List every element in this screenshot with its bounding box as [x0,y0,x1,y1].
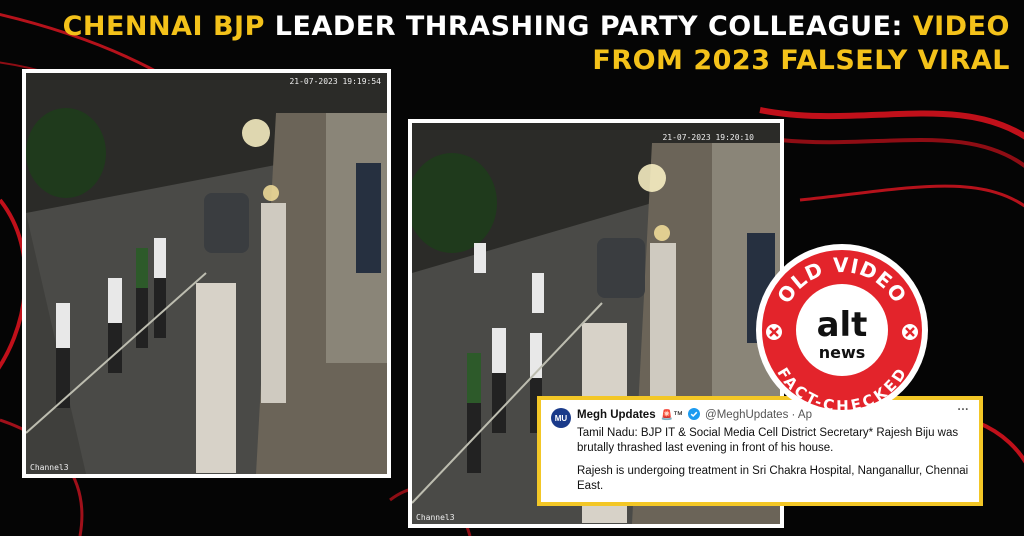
tweet-author-badges: 🚨™ [660,409,684,421]
badge-x-right-icon [902,324,918,340]
cctv-timestamp-1: 21-07-2023 19:19:54 [289,77,381,86]
tweet-author-name: Megh Updates [577,409,656,421]
more-options-icon: ··· [957,404,970,416]
cctv-frame-1: 21-07-2023 19:19:54 Channel3 [22,69,391,478]
tweet-paragraph-1: Tamil Nadu: BJP IT & Social Media Cell D… [577,427,959,454]
headline-highlight: CHENNAI BJP [62,11,265,42]
badge-logo-news: news [819,343,866,362]
tweet-paragraph-2: Rajesh is undergoing treatment in Sri Ch… [577,465,969,492]
badge-logo-alt: alt [817,305,868,345]
headline-text: LEADER THRASHING PARTY COLLEAGUE: [264,11,913,42]
headline-highlight-video: VIDEO [912,11,1010,42]
cctv-channel-2: Channel3 [416,513,455,522]
cctv-timestamp-2: 21-07-2023 19:20:10 [662,133,754,142]
tweet-avatar: MU [551,408,571,428]
headline: CHENNAI BJP LEADER THRASHING PARTY COLLE… [10,10,1010,78]
alt-news-fact-check-badge: OLD VIDEO FACT-CHECKED alt news [756,244,928,416]
verified-icon [688,407,701,423]
tweet-body: Tamil Nadu: BJP IT & Social Media Cell D… [577,426,969,494]
badge-x-left-icon [766,324,782,340]
cctv-still-1 [26,73,387,474]
cctv-channel-1: Channel3 [30,463,69,472]
thumbnail-canvas: CHENNAI BJP LEADER THRASHING PARTY COLLE… [0,0,1024,536]
